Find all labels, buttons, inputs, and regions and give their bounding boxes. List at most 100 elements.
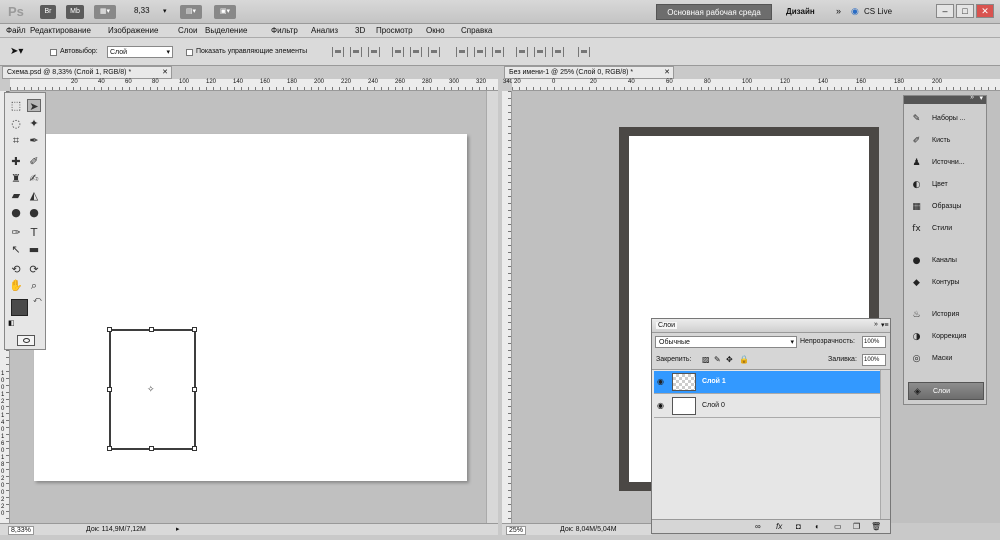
zoom-field-2[interactable]: 25% [506, 526, 527, 535]
transform-handle[interactable] [107, 327, 112, 332]
layers-scrollbar[interactable] [880, 370, 890, 520]
distribute-right-icon[interactable] [552, 47, 564, 57]
move-tool-icon[interactable]: ➤ [27, 99, 41, 113]
3d-orbit-tool-icon[interactable]: ⟳ [27, 263, 41, 276]
menu-help[interactable]: Справка [461, 26, 492, 35]
lock-pixels-icon[interactable]: ✎ [714, 355, 721, 364]
close-window-button[interactable]: ✕ [976, 4, 994, 18]
rectangle-tool-icon[interactable]: ▬ [27, 243, 41, 256]
fill-field[interactable]: 100% [862, 354, 886, 366]
link-layers-icon[interactable]: ∞ [755, 522, 761, 531]
magic-wand-tool-icon[interactable]: ✦ [27, 117, 41, 130]
close-tab-icon[interactable]: ✕ [664, 67, 670, 78]
visibility-eye-icon[interactable]: ◉ [657, 377, 664, 386]
add-mask-icon[interactable]: ◘ [796, 522, 801, 531]
menu-image[interactable]: Изображение [108, 26, 158, 35]
distribute-hcenter-icon[interactable] [534, 47, 546, 57]
align-right-icon[interactable] [428, 47, 440, 57]
delete-layer-icon[interactable]: 🗑 [871, 522, 881, 531]
layer-row-layer0[interactable]: ◉ Слой 0 [654, 395, 890, 418]
align-bottom-icon[interactable] [368, 47, 380, 57]
crop-tool-icon[interactable]: ⌗ [9, 134, 23, 147]
history-brush-tool-icon[interactable]: ✍ [27, 172, 41, 185]
menu-filter[interactable]: Фильтр [271, 26, 298, 35]
menu-select[interactable]: Выделение [205, 26, 247, 35]
layer-name[interactable]: Слой 0 [702, 402, 725, 409]
dock-item-brush[interactable]: ✐ Кисть [908, 132, 984, 150]
dock-header[interactable]: » ▾ [904, 94, 986, 104]
visibility-eye-icon[interactable]: ◉ [657, 401, 664, 410]
collapse-panel-icon[interactable]: » [874, 321, 878, 328]
clone-stamp-tool-icon[interactable]: ♜ [9, 172, 23, 185]
zoom-field[interactable]: 8,33% [8, 526, 34, 535]
cs-live-icon[interactable]: ◉ [851, 6, 859, 17]
healing-brush-tool-icon[interactable]: ✚ [9, 155, 23, 168]
dock-item-channels[interactable]: ● Каналы [908, 252, 984, 270]
dock-item-history[interactable]: ♨ История [908, 306, 984, 324]
bridge-button[interactable]: Br [40, 5, 56, 19]
autoselect-checkbox[interactable] [50, 49, 57, 56]
transform-handle[interactable] [149, 446, 154, 451]
layer-row-layer1[interactable]: ◉ Слой 1 [654, 371, 890, 394]
horizontal-ruler-2[interactable]: 20 0 20 40 60 80 100 120 140 160 180 200 [512, 79, 1000, 91]
eraser-tool-icon[interactable]: ▰ [9, 189, 23, 202]
hand-tool-icon[interactable]: ✋ [9, 279, 23, 292]
collapse-dock-icon[interactable]: » [970, 94, 974, 101]
distribute-left-icon[interactable] [516, 47, 528, 57]
transform-handle[interactable] [192, 327, 197, 332]
zoom-dropdown-icon[interactable]: ▾ [163, 7, 167, 15]
document-tab-scheme[interactable]: Схема.psd @ 8,33% (Слой 1, RGB/8) * ✕ [2, 66, 172, 79]
marquee-tool-icon[interactable]: ⬚ [9, 99, 23, 112]
dock-item-paths[interactable]: ◆ Контуры [908, 274, 984, 292]
align-left-icon[interactable] [392, 47, 404, 57]
pen-tool-icon[interactable]: ✑ [9, 226, 23, 239]
lock-position-icon[interactable]: ✥ [726, 355, 733, 364]
panel-menu-icon[interactable]: ▾≡ [881, 321, 889, 329]
dock-item-styles[interactable]: fx Стили [908, 220, 984, 238]
default-colors-icon[interactable]: ◧ [8, 319, 15, 327]
menu-layers[interactable]: Слои [178, 26, 197, 35]
vertical-ruler-2[interactable] [502, 91, 512, 523]
dodge-tool-icon[interactable]: ● [27, 206, 41, 219]
screen-mode-button[interactable]: ▣▾ [214, 5, 236, 19]
transform-center-icon[interactable]: ✧ [147, 384, 155, 395]
dock-item-adjustments[interactable]: ◑ Коррекция [908, 328, 984, 346]
workspace-essentials-button[interactable]: Основная рабочая среда [656, 4, 772, 20]
lock-all-icon[interactable]: 🔒 [739, 355, 749, 364]
dock-item-masks[interactable]: ◎ Маски [908, 350, 984, 368]
layers-panel-header[interactable]: Слои » ▾≡ [652, 319, 890, 333]
minimize-button[interactable]: – [936, 4, 954, 18]
path-selection-tool-icon[interactable]: ↖ [9, 243, 23, 256]
mini-bridge-button[interactable]: Mb [66, 5, 84, 19]
menu-file[interactable]: Файл [6, 26, 26, 35]
lock-transparent-icon[interactable]: ▨ [702, 355, 710, 364]
transform-handle[interactable] [107, 387, 112, 392]
document-canvas-area[interactable]: ✧ [10, 91, 498, 523]
workspace-design-button[interactable]: Дизайн [786, 7, 815, 16]
restore-button[interactable]: □ [956, 4, 974, 18]
dock-item-swatches[interactable]: ▦ Образцы [908, 198, 984, 216]
dock-item-color[interactable]: ◐ Цвет [908, 176, 984, 194]
align-top-icon[interactable] [332, 47, 344, 57]
menu-view[interactable]: Просмотр [376, 26, 413, 35]
status-arrow-icon[interactable]: ▸ [176, 525, 180, 533]
menu-edit[interactable]: Редактирование [30, 26, 91, 35]
dock-item-brush-presets[interactable]: ✎ Наборы ... [908, 110, 984, 128]
transform-handle[interactable] [149, 327, 154, 332]
align-vcenter-icon[interactable] [350, 47, 362, 57]
horizontal-ruler[interactable]: 20 40 60 80 100 120 140 160 180 200 220 240 260 280 30… [10, 79, 540, 91]
lasso-tool-icon[interactable]: ◌ [9, 117, 23, 130]
distribute-top-icon[interactable] [456, 47, 468, 57]
3d-rotate-tool-icon[interactable]: ⟲ [9, 263, 23, 276]
swap-colors-icon[interactable]: ⤺ [33, 295, 42, 305]
paint-bucket-tool-icon[interactable]: ◭ [27, 189, 41, 202]
brush-tool-icon[interactable]: ✐ [27, 155, 41, 168]
distribute-bottom-icon[interactable] [492, 47, 504, 57]
blur-tool-icon[interactable]: ● [9, 206, 23, 219]
transform-handle[interactable] [192, 387, 197, 392]
dock-item-clone-source[interactable]: ♟ Источни... [908, 154, 984, 172]
transform-handle[interactable] [107, 446, 112, 451]
transform-handle[interactable] [192, 446, 197, 451]
menu-analysis[interactable]: Анализ [311, 26, 338, 35]
layers-tab[interactable]: Слои [656, 322, 678, 329]
